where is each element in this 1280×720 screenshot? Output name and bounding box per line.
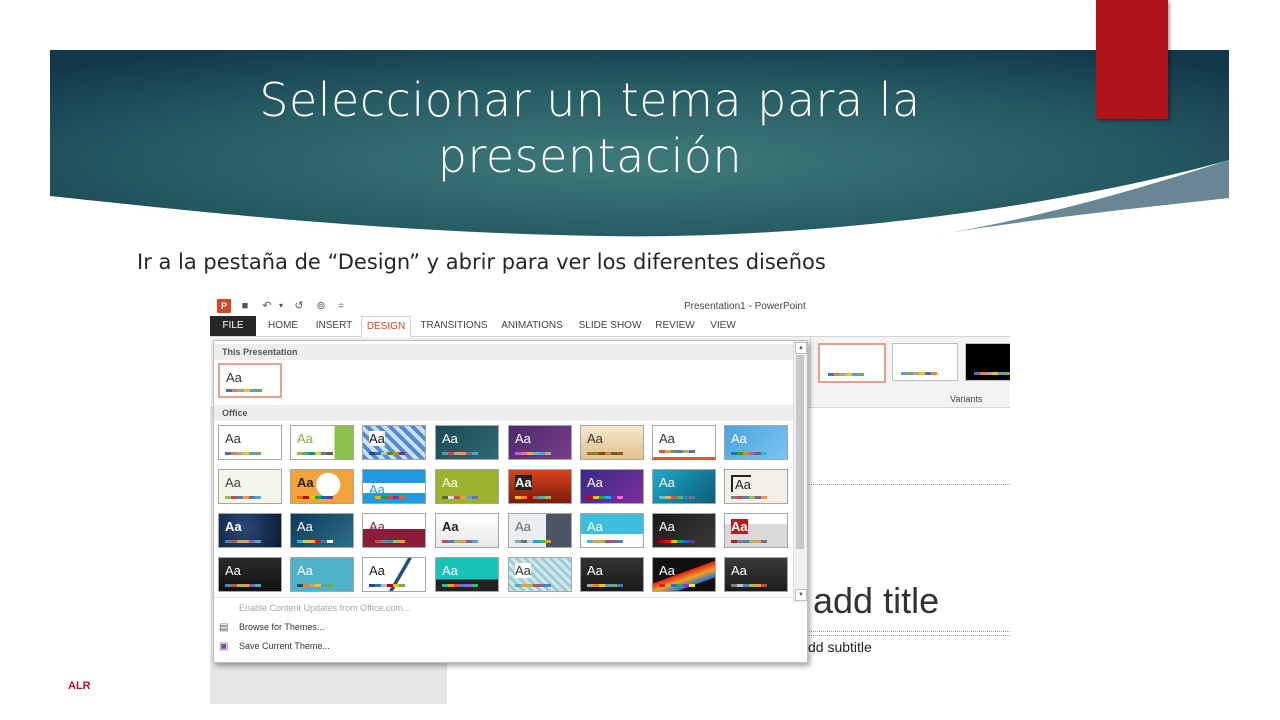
title-bar: P ■ ↶ ▾ ↺ ⊚ ≑ Presentation1 - PowerPoint — [210, 296, 1010, 316]
theme-thumb[interactable]: Aa — [435, 469, 499, 504]
section-header-office: Office — [214, 405, 794, 421]
placeholder-border — [806, 635, 1010, 636]
theme-thumb[interactable]: Aa — [652, 469, 716, 504]
slide-title-line1: Seleccionar un tema para la — [259, 73, 921, 127]
tab-home[interactable]: HOME — [260, 316, 306, 336]
tab-file[interactable]: FILE — [210, 316, 256, 336]
browse-themes-icon: ▤ — [219, 622, 229, 633]
theme-thumb-current[interactable]: Aa — [218, 363, 282, 398]
theme-thumb[interactable]: Aa — [580, 425, 644, 460]
theme-thumb[interactable]: Aa — [218, 425, 282, 460]
tab-view[interactable]: VIEW — [704, 316, 742, 336]
start-from-beginning-icon[interactable]: ⊚ — [314, 299, 328, 313]
tab-slide-show[interactable]: SLIDE SHOW — [574, 316, 646, 336]
slide-subtitle: Ir a la pestaña de “Design” y abrir para… — [137, 250, 826, 274]
undo-icon[interactable]: ↶ — [260, 299, 274, 313]
scroll-down-icon[interactable]: ▼ — [795, 589, 807, 601]
save-current-theme-item[interactable]: Save Current Theme... — [239, 641, 330, 651]
theme-thumb[interactable]: Aa — [435, 513, 499, 548]
ribbon-divider — [810, 337, 811, 407]
slide-thumbnail-column — [370, 656, 448, 704]
theme-thumb[interactable]: Aa — [508, 425, 572, 460]
theme-thumb[interactable]: Aa — [362, 425, 426, 460]
theme-thumb[interactable]: Aa — [652, 557, 716, 592]
theme-thumb[interactable]: Aa — [580, 469, 644, 504]
menu-divider — [214, 597, 794, 598]
theme-thumb[interactable]: Aa — [508, 557, 572, 592]
redo-icon[interactable]: ↺ — [292, 299, 306, 313]
theme-thumb[interactable]: Aa — [218, 469, 282, 504]
tab-transitions[interactable]: TRANSITIONS — [417, 316, 491, 336]
theme-thumb[interactable]: Aa — [362, 469, 426, 504]
powerpoint-screenshot: P ■ ↶ ▾ ↺ ⊚ ≑ Presentation1 - PowerPoint… — [210, 296, 1010, 704]
theme-thumb[interactable]: Aa — [508, 513, 572, 548]
customize-toolbar-icon[interactable]: ≑ — [334, 299, 348, 313]
theme-thumb[interactable]: Aa — [435, 425, 499, 460]
theme-thumb[interactable]: Aa — [362, 513, 426, 548]
undo-dropdown-icon[interactable]: ▾ — [274, 299, 288, 313]
theme-thumb[interactable]: Aa — [218, 513, 282, 548]
theme-thumb[interactable]: Aa — [218, 557, 282, 592]
theme-thumb[interactable]: Aa — [724, 513, 788, 548]
tab-insert[interactable]: INSERT — [310, 316, 358, 336]
scroll-up-icon[interactable]: ▲ — [795, 342, 807, 354]
theme-thumb[interactable]: Aa — [290, 513, 354, 548]
slide-title: Seleccionar un tema para la presentación — [170, 72, 1010, 184]
themes-gallery-dropdown: This Presentation Aa Office Aa Aa Aa Aa … — [213, 340, 808, 663]
theme-thumb[interactable]: Aa — [508, 469, 572, 504]
section-header-this-presentation: This Presentation — [214, 344, 794, 360]
theme-thumb[interactable]: Aa — [290, 557, 354, 592]
tab-review[interactable]: REVIEW — [650, 316, 700, 336]
theme-thumb[interactable]: Aa — [580, 513, 644, 548]
ribbon-tabs: FILE HOME INSERT DESIGN TRANSITIONS ANIM… — [210, 316, 1010, 337]
browse-themes-item[interactable]: Browse for Themes... — [239, 622, 324, 632]
theme-thumb[interactable]: Aa — [724, 425, 788, 460]
placeholder-border — [806, 484, 1010, 485]
theme-thumb[interactable]: Aa — [724, 557, 788, 592]
thumb-label: Aa — [226, 370, 242, 385]
title-placeholder[interactable]: add title — [813, 580, 939, 622]
app-title: Presentation1 - PowerPoint — [684, 301, 806, 312]
tab-design[interactable]: DESIGN — [361, 316, 411, 337]
theme-thumb[interactable]: Aa — [362, 557, 426, 592]
enable-content-updates-item[interactable]: Enable Content Updates from Office.com..… — [239, 603, 410, 613]
subtitle-placeholder[interactable]: dd subtitle — [808, 639, 872, 655]
powerpoint-icon: P — [217, 299, 231, 313]
theme-thumb[interactable]: Aa — [652, 513, 716, 548]
slide-title-line2: presentación — [437, 129, 743, 183]
variant-thumb[interactable] — [965, 343, 1010, 381]
variant-thumb[interactable] — [892, 343, 958, 381]
theme-thumb[interactable]: Aa — [652, 425, 716, 460]
accent-tab — [1096, 0, 1168, 119]
placeholder-border — [806, 631, 1010, 632]
theme-thumb[interactable]: Aa — [290, 469, 354, 504]
theme-thumb[interactable]: Aa — [580, 557, 644, 592]
variant-thumb[interactable] — [818, 343, 886, 383]
theme-thumb[interactable]: Aa — [435, 557, 499, 592]
variants-label: Variants — [950, 394, 983, 404]
tab-animations[interactable]: ANIMATIONS — [496, 316, 568, 336]
scroll-thumb[interactable] — [796, 355, 804, 549]
gallery-scrollbar[interactable]: ▲ ▼ — [793, 341, 807, 603]
save-icon[interactable]: ■ — [238, 299, 252, 313]
theme-thumb[interactable]: Aa — [724, 469, 788, 504]
footer-label: ALR — [68, 680, 91, 692]
theme-thumb[interactable]: Aa — [290, 425, 354, 460]
save-theme-icon: ▣ — [219, 641, 229, 652]
